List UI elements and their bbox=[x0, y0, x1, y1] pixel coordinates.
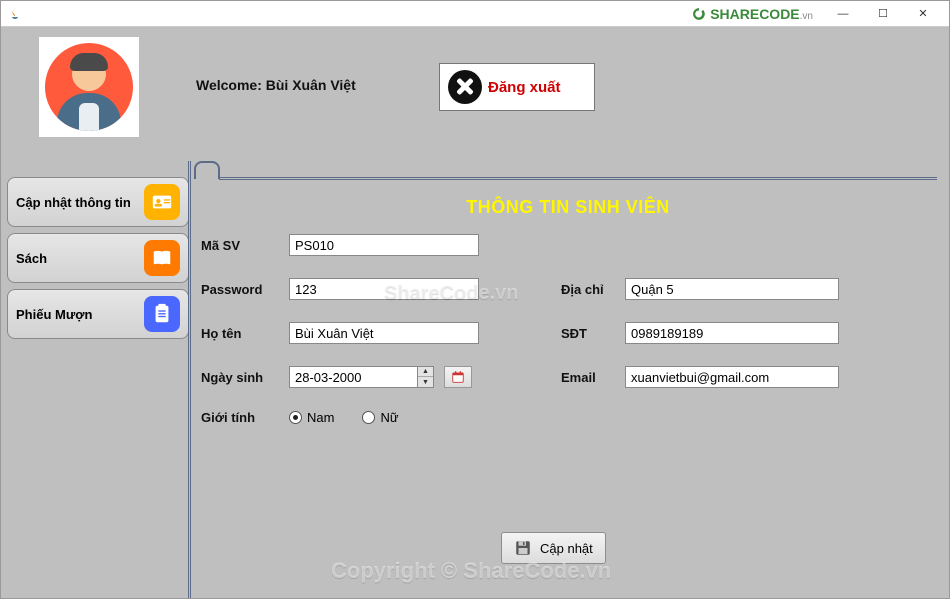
panel-border bbox=[188, 161, 191, 598]
id-card-icon bbox=[144, 184, 180, 220]
radio-nu[interactable]: Nữ bbox=[362, 410, 398, 425]
sdt-input[interactable] bbox=[625, 322, 839, 344]
password-label: Password bbox=[201, 282, 289, 297]
welcome-text: Welcome: Bùi Xuân Việt bbox=[196, 77, 356, 93]
email-input[interactable] bbox=[625, 366, 839, 388]
tab-notch[interactable] bbox=[194, 161, 220, 179]
ngaysinh-spinner[interactable]: ▲ ▼ bbox=[289, 366, 434, 388]
sidebar-item-borrow-slip[interactable]: Phiếu Mượn bbox=[7, 289, 189, 339]
sidebar-item-label: Phiếu Mượn bbox=[16, 307, 138, 322]
update-button-label: Cập nhật bbox=[540, 541, 593, 556]
update-button[interactable]: Cập nhật bbox=[501, 532, 606, 564]
brand-watermark: SHARECODE.vn bbox=[692, 6, 813, 22]
sidebar-item-update-info[interactable]: Cập nhật thông tin bbox=[7, 177, 189, 227]
hoten-label: Họ tên bbox=[201, 326, 289, 341]
close-circle-icon bbox=[448, 70, 482, 104]
avatar bbox=[39, 37, 139, 137]
calendar-button[interactable] bbox=[444, 366, 472, 388]
sdt-label: SĐT bbox=[561, 326, 625, 341]
student-info-panel: THÔNG TIN SINH VIÊN Mã SV Password Địa c… bbox=[201, 187, 935, 588]
radio-nam[interactable]: Nam bbox=[289, 410, 334, 425]
diachi-label: Địa chỉ bbox=[561, 282, 625, 297]
gioitinh-label: Giới tính bbox=[201, 410, 289, 425]
calendar-icon bbox=[451, 370, 465, 384]
maximize-button[interactable]: ☐ bbox=[863, 2, 903, 26]
app-content: Welcome: Bùi Xuân Việt Đăng xuất Cập nhậ… bbox=[1, 27, 949, 598]
sidebar-item-books[interactable]: Sách bbox=[7, 233, 189, 283]
save-icon bbox=[514, 539, 532, 557]
hoten-input[interactable] bbox=[289, 322, 479, 344]
ngaysinh-label: Ngày sinh bbox=[201, 370, 289, 385]
masv-label: Mã SV bbox=[201, 238, 289, 253]
radio-label: Nam bbox=[307, 410, 334, 425]
radio-icon bbox=[362, 411, 375, 424]
logout-button[interactable]: Đăng xuất bbox=[439, 63, 595, 111]
sidebar-item-label: Cập nhật thông tin bbox=[16, 195, 138, 210]
close-button[interactable]: ✕ bbox=[903, 2, 943, 26]
java-icon bbox=[7, 6, 23, 22]
sidebar: Cập nhật thông tin Sách Phiếu Mượn bbox=[7, 177, 189, 345]
logout-label: Đăng xuất bbox=[488, 79, 576, 96]
sidebar-item-label: Sách bbox=[16, 251, 138, 266]
titlebar: SHARECODE.vn — ☐ ✕ bbox=[1, 1, 949, 27]
panel-border bbox=[219, 177, 937, 180]
diachi-input[interactable] bbox=[625, 278, 839, 300]
clipboard-icon bbox=[144, 296, 180, 332]
book-icon bbox=[144, 240, 180, 276]
minimize-button[interactable]: — bbox=[823, 2, 863, 26]
masv-input[interactable] bbox=[289, 234, 479, 256]
password-input[interactable] bbox=[289, 278, 479, 300]
email-label: Email bbox=[561, 370, 625, 385]
radio-label: Nữ bbox=[380, 410, 398, 425]
radio-icon bbox=[289, 411, 302, 424]
panel-title: THÔNG TIN SINH VIÊN bbox=[201, 197, 935, 218]
spinner-down-icon[interactable]: ▼ bbox=[418, 377, 433, 387]
ngaysinh-input[interactable] bbox=[289, 366, 417, 388]
spinner-up-icon[interactable]: ▲ bbox=[418, 367, 433, 377]
